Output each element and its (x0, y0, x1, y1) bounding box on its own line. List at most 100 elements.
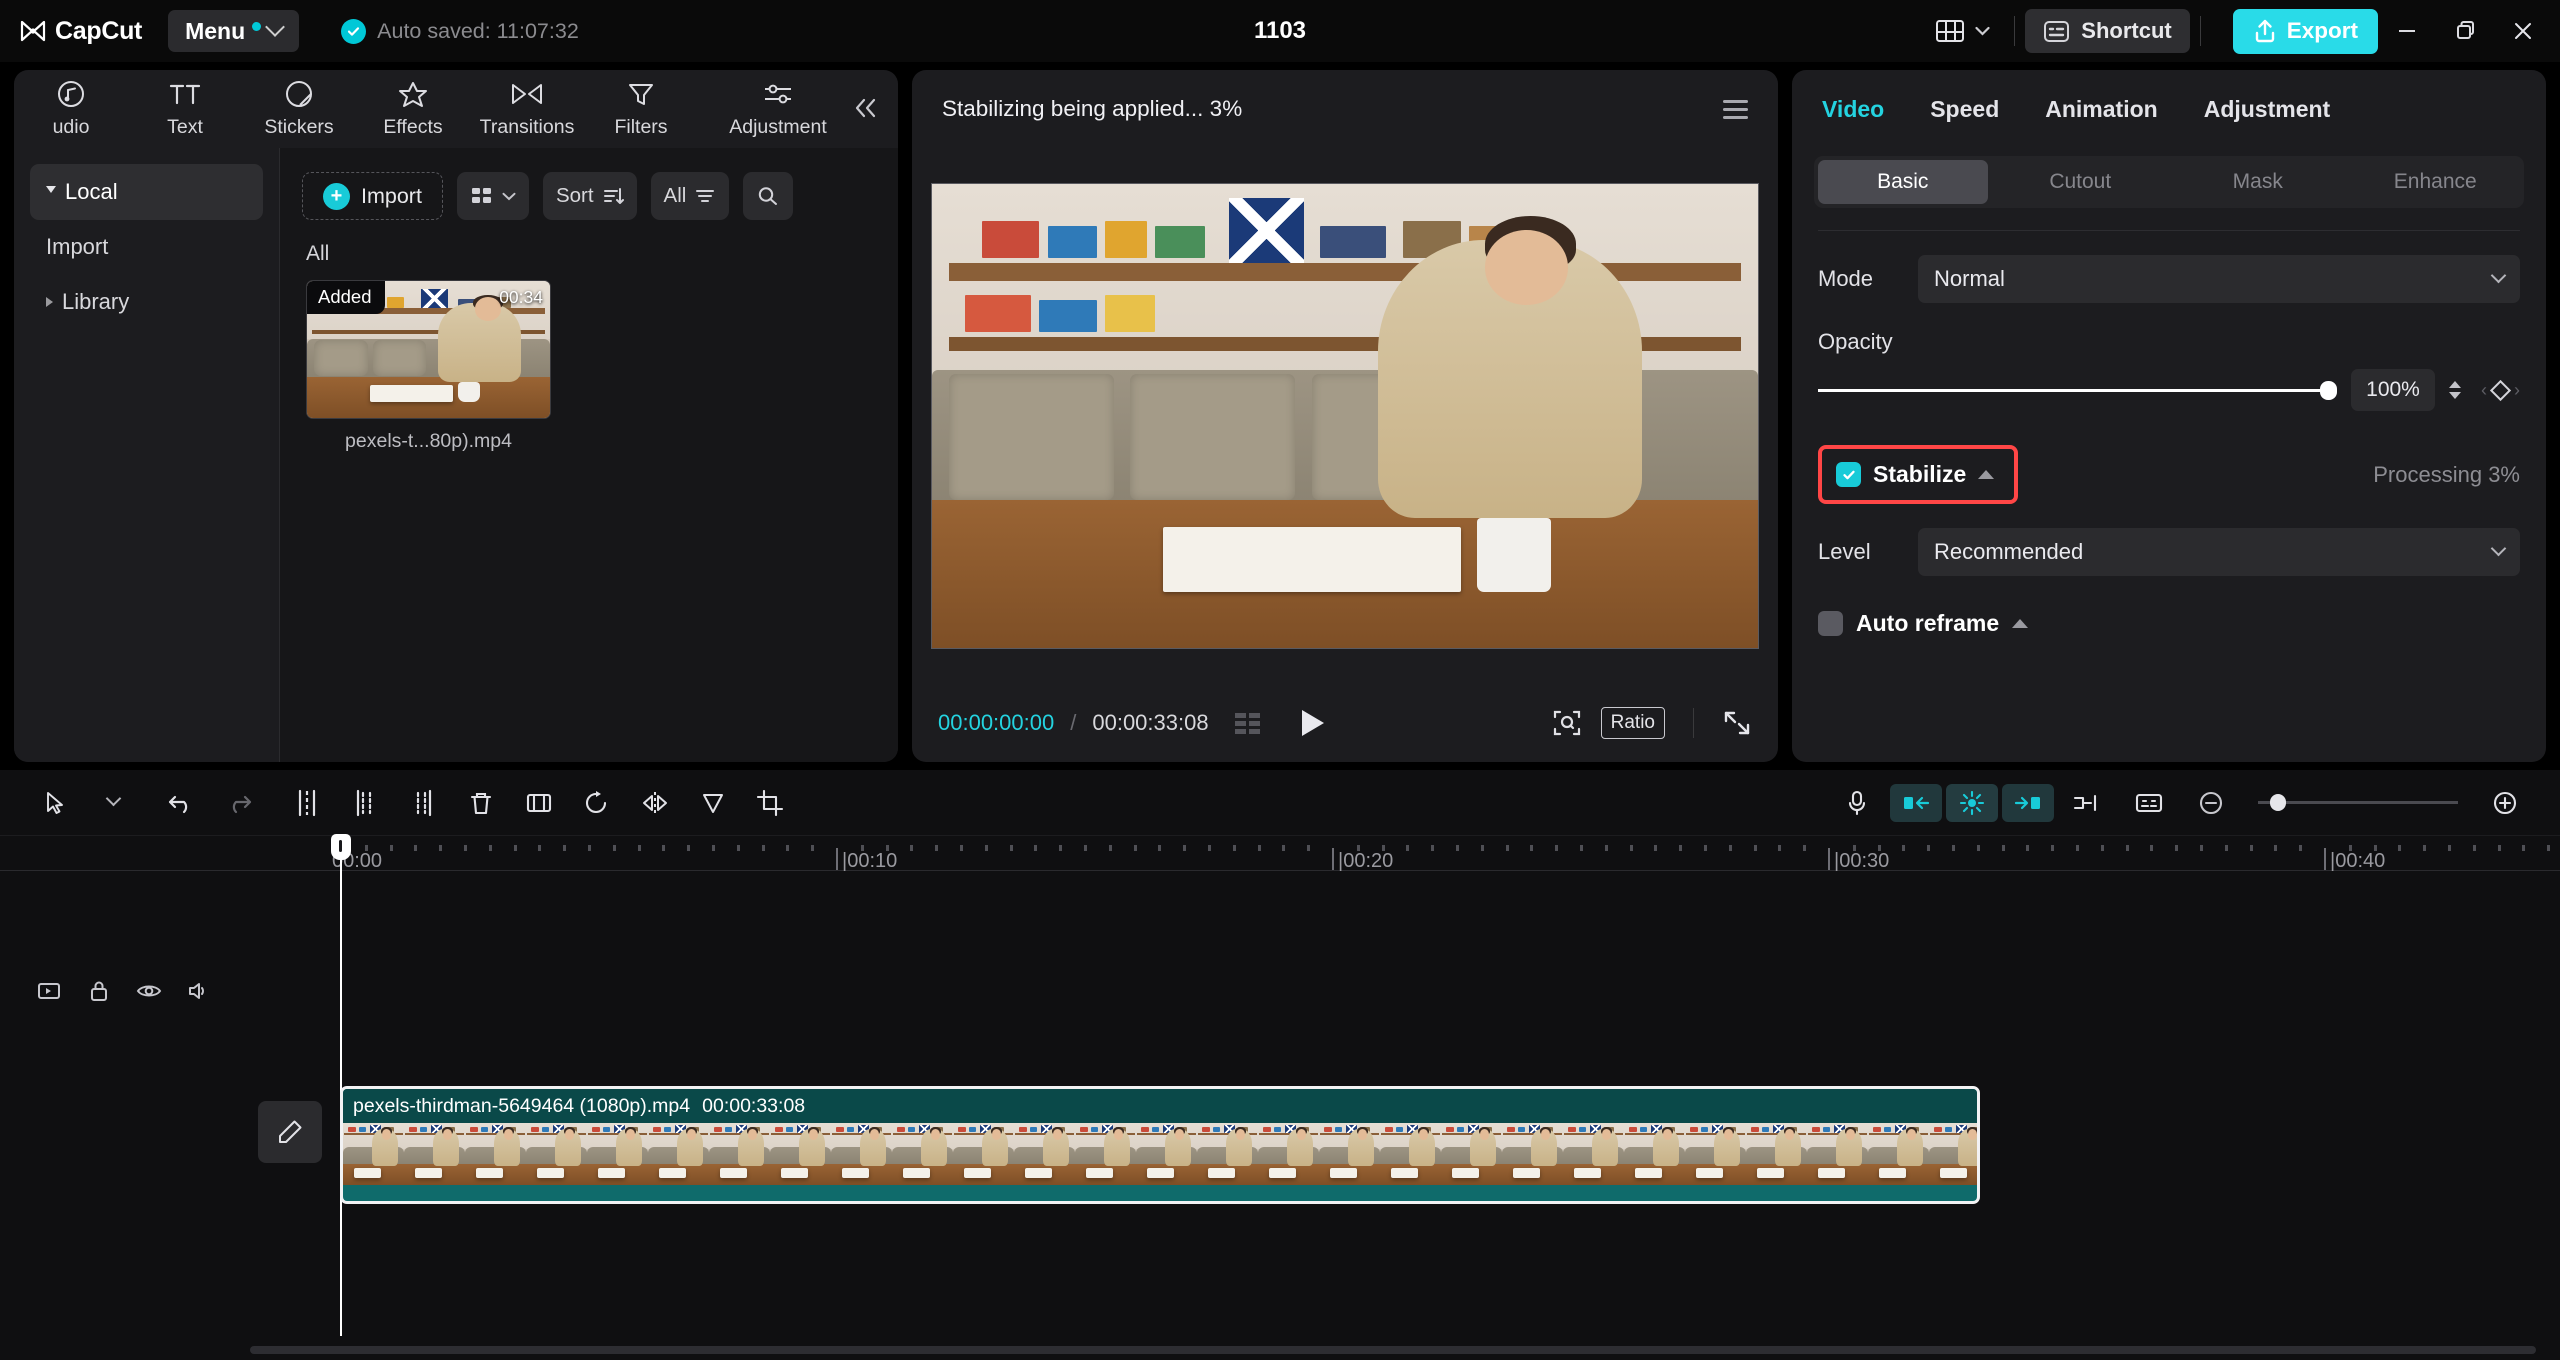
timeline-zoom-knob[interactable] (2270, 794, 2286, 811)
mic-record-icon[interactable] (1828, 776, 1886, 830)
crop-icon[interactable] (742, 776, 800, 830)
select-arrow-icon[interactable] (26, 776, 84, 830)
opacity-stepper[interactable] (2449, 381, 2461, 399)
chevron-up-icon[interactable] (1978, 470, 1994, 479)
level-select[interactable]: Recommended (1918, 528, 2520, 576)
split-icon[interactable] (278, 776, 336, 830)
filter-button[interactable]: All (651, 172, 730, 220)
view-mode-button[interactable] (457, 172, 529, 220)
category-tab-audio[interactable]: udio (14, 70, 128, 139)
subtab-cutout[interactable]: Cutout (1996, 160, 2166, 204)
add-keyframe-icon[interactable] (2490, 379, 2511, 400)
current-timecode[interactable]: 00:00:00:00 (938, 710, 1054, 736)
category-tab-transitions[interactable]: Transitions (470, 70, 584, 139)
opacity-slider[interactable] (1818, 389, 2337, 392)
import-button[interactable]: + Import (302, 172, 443, 220)
zoom-in-icon[interactable] (2476, 776, 2534, 830)
subtab-enhance[interactable]: Enhance (2351, 160, 2521, 204)
freeze-frame-icon[interactable] (510, 776, 568, 830)
chevron-up-icon[interactable] (2012, 619, 2028, 628)
search-button[interactable] (743, 172, 793, 220)
tab-video[interactable]: Video (1822, 96, 1884, 123)
horizontal-scrollbar[interactable] (250, 1346, 2536, 1354)
category-tab-text[interactable]: Text (128, 70, 242, 139)
eye-visibility-icon[interactable] (124, 968, 174, 1014)
focus-zoom-icon[interactable] (1551, 708, 1583, 738)
playhead[interactable] (340, 836, 342, 1336)
layout-button[interactable] (1921, 10, 2004, 52)
media-item[interactable]: Added 00:34 pexels-t...80p).mp4 (306, 280, 551, 453)
shortcut-button[interactable]: Shortcut (2025, 9, 2189, 53)
ruler-tick (1431, 845, 1434, 851)
video-preview[interactable] (931, 183, 1759, 649)
timeline-zoom-slider[interactable] (2258, 801, 2458, 804)
prev-keyframe-icon[interactable]: ‹ (2481, 380, 2487, 401)
fullscreen-icon[interactable] (1722, 709, 1752, 737)
ruler-baseline (0, 870, 2560, 871)
ruler-tick (1506, 845, 1509, 851)
sort-button[interactable]: Sort (543, 172, 637, 220)
timeline-ruler[interactable]: 00:00|00:10|00:20|00:30|00:40 (0, 836, 2560, 888)
opacity-value[interactable]: 100% (2351, 369, 2435, 411)
media-thumbnail[interactable]: Added 00:34 (306, 280, 551, 419)
subtab-mask[interactable]: Mask (2173, 160, 2343, 204)
auto-caption-icon[interactable] (2120, 776, 2178, 830)
stabilize-highlight[interactable]: Stabilize (1818, 445, 2018, 504)
category-tab-effects[interactable]: Effects (356, 70, 470, 139)
menu-button[interactable]: Menu (168, 10, 299, 52)
lock-icon[interactable] (74, 968, 124, 1014)
ruler-tick (935, 845, 938, 851)
ruler-tick (1233, 845, 1236, 851)
redo-icon[interactable] (210, 776, 268, 830)
tab-speed[interactable]: Speed (1930, 96, 1999, 123)
undo-icon[interactable] (152, 776, 210, 830)
zoom-fit-left-icon[interactable] (1890, 784, 1942, 822)
delete-icon[interactable] (452, 776, 510, 830)
close-button[interactable] (2494, 0, 2552, 62)
sort-icon (602, 186, 624, 206)
tab-adjustment[interactable]: Adjustment (2204, 96, 2331, 123)
audio-levels-icon[interactable] (1235, 713, 1260, 734)
mirror-icon[interactable] (626, 776, 684, 830)
maximize-button[interactable] (2436, 0, 2494, 62)
snap-icon[interactable] (1946, 784, 1998, 822)
sidebar-item-local[interactable]: Local (30, 164, 263, 220)
tab-animation[interactable]: Animation (2045, 96, 2157, 123)
zoom-out-icon[interactable] (2182, 776, 2240, 830)
export-button[interactable]: Export (2233, 9, 2378, 54)
auto-reframe-checkbox[interactable] (1818, 611, 1843, 636)
play-icon[interactable] (1302, 710, 1324, 736)
sidebar-item-import[interactable]: Import (14, 220, 279, 274)
mode-select[interactable]: Normal (1918, 255, 2520, 303)
hamburger-menu-icon[interactable] (1723, 100, 1748, 119)
sidebar-item-library[interactable]: Library (30, 274, 263, 330)
auto-reframe-row[interactable]: Auto reframe (1792, 610, 2546, 637)
ruler-tick (1406, 845, 1409, 851)
media-section-label: All (280, 220, 898, 266)
split-marker-icon[interactable] (2058, 776, 2116, 830)
timeline-clip[interactable]: pexels-thirdman-5649464 (1080p).mp4 00:0… (340, 1086, 1980, 1204)
category-tab-adjustment[interactable]: Adjustment (698, 70, 858, 139)
stabilize-checkbox[interactable] (1836, 462, 1861, 487)
minimize-button[interactable] (2378, 0, 2436, 62)
ratio-button[interactable]: Ratio (1601, 707, 1665, 739)
reverse-icon[interactable] (568, 776, 626, 830)
category-tab-stickers[interactable]: Stickers (242, 70, 356, 139)
rotate-icon[interactable] (684, 776, 742, 830)
opacity-slider-knob[interactable] (2320, 381, 2337, 400)
timeline-panel: 00:00|00:10|00:20|00:30|00:40 (0, 770, 2560, 1360)
track-preview-toggle-icon[interactable] (24, 968, 74, 1014)
collapse-panel-button[interactable] (848, 90, 884, 126)
trim-left-icon[interactable] (336, 776, 394, 830)
category-tab-filters[interactable]: Filters (584, 70, 698, 139)
tool-dropdown-icon[interactable] (84, 776, 142, 830)
next-keyframe-icon[interactable]: › (2514, 380, 2520, 401)
playhead-handle[interactable] (331, 834, 351, 860)
ruler-tick (2101, 845, 2104, 851)
ruler-tick (414, 845, 417, 851)
zoom-fit-right-icon[interactable] (2002, 784, 2054, 822)
track-edit-button[interactable] (258, 1101, 322, 1163)
subtab-basic[interactable]: Basic (1818, 160, 1988, 204)
trim-right-icon[interactable] (394, 776, 452, 830)
speaker-mute-icon[interactable] (174, 968, 224, 1014)
